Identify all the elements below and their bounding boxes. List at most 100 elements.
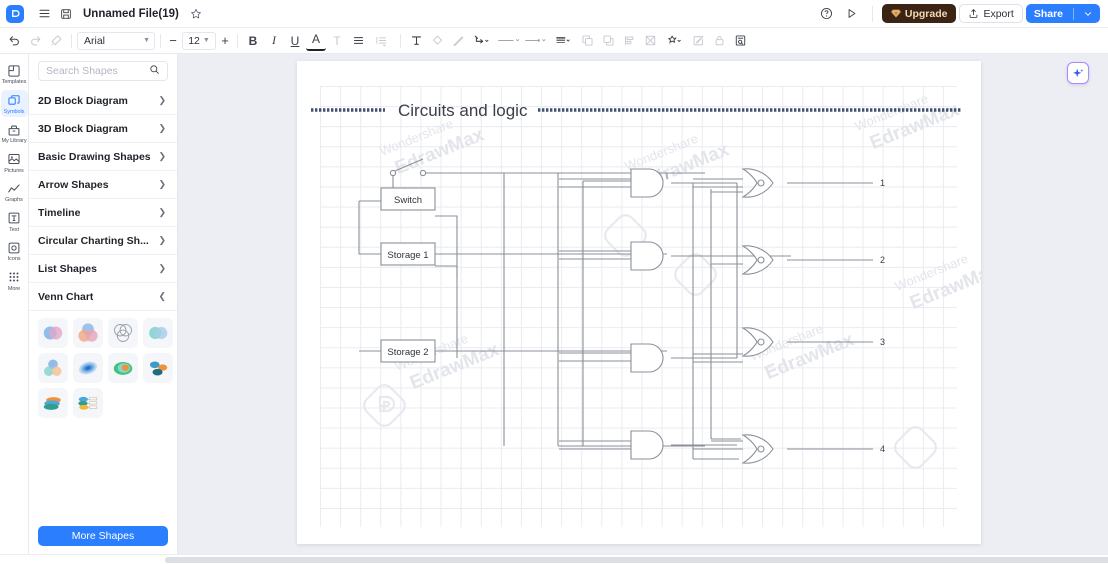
lock-closed-icon[interactable] (709, 31, 729, 51)
sidebar-item-text[interactable]: Text (1, 208, 28, 236)
share-label: Share (1033, 7, 1063, 20)
italic-button[interactable]: I (264, 31, 284, 51)
scrollbar-thumb[interactable] (165, 557, 1108, 563)
bring-to-front-icon[interactable] (577, 31, 597, 51)
shape-three-circle-venn-filled[interactable] (73, 318, 103, 348)
star-favorite-icon[interactable] (185, 3, 207, 25)
search-icon[interactable] (149, 64, 160, 78)
shape-three-circle-venn-outline[interactable] (108, 318, 138, 348)
shape-two-circle-venn[interactable] (38, 318, 68, 348)
symbols-icon (7, 93, 22, 108)
nor-gate (741, 245, 774, 275)
sidebar-item-icons[interactable]: Icons (1, 237, 28, 265)
export-button[interactable]: Export (959, 4, 1023, 23)
font-size-increase-button[interactable]: + (218, 34, 232, 47)
category-label: 3D Block Diagram (38, 122, 128, 135)
shape-category-venn-chart[interactable]: Venn Chart ❮ (29, 283, 177, 311)
sidebar-label: Graphs (5, 197, 23, 203)
font-size-decrease-button[interactable]: − (166, 34, 180, 47)
chevron-down-icon: ▼ (202, 37, 210, 44)
shape-category-arrow-shapes[interactable]: Arrow Shapes ❯ (29, 171, 177, 199)
upgrade-label: Upgrade (904, 7, 948, 20)
shape-stacked-ellipses[interactable] (38, 388, 68, 418)
align-objects-icon[interactable] (619, 31, 639, 51)
redo-arrow-icon[interactable] (25, 31, 45, 51)
gem-diamond-icon (890, 9, 901, 18)
toolbar-divider (237, 33, 238, 48)
sidebar-item-my-library[interactable]: My Library (1, 119, 28, 147)
edit-pencil-icon[interactable] (688, 31, 708, 51)
share-button[interactable]: Share (1025, 4, 1100, 23)
save-disk-icon[interactable] (55, 3, 77, 25)
help-circle-icon[interactable] (816, 3, 838, 25)
line-weight-icon[interactable] (496, 31, 522, 51)
sidebar-item-more[interactable]: More (1, 267, 28, 295)
document-page[interactable]: Wondershare EdrawMax (297, 61, 981, 544)
dash-style-icon[interactable] (550, 31, 576, 51)
upgrade-button[interactable]: Upgrade (881, 4, 957, 23)
sidebar-item-templates[interactable]: Templates (1, 60, 28, 88)
title-bar: Unnamed File(19) Upgrade Export Share (0, 0, 1108, 28)
file-name[interactable]: Unnamed File(19) (83, 8, 179, 20)
shape-category-basic-drawing-shapes[interactable]: Basic Drawing Shapes ❯ (29, 143, 177, 171)
notes-page-icon[interactable] (730, 31, 750, 51)
output-label: 3 (880, 337, 885, 347)
shape-category-list-shapes[interactable]: List Shapes ❯ (29, 255, 177, 283)
align-left-icon[interactable] (348, 31, 368, 51)
category-label: Timeline (38, 206, 81, 219)
search-shapes-box[interactable] (38, 61, 168, 81)
shape-category-timeline[interactable]: Timeline ❯ (29, 199, 177, 227)
shape-three-circle-cluster[interactable] (38, 353, 68, 383)
ai-sparkle-icon (1072, 68, 1084, 77)
play-present-icon[interactable] (841, 3, 863, 25)
shape-ellipse-callout-list[interactable] (73, 388, 103, 418)
font-color-button[interactable]: A (306, 31, 326, 51)
format-painter-icon[interactable] (46, 31, 66, 51)
font-family-select[interactable]: Arial ▼ (77, 31, 155, 50)
font-size-select[interactable]: 12 ▼ (182, 31, 216, 50)
canvas-vertical-scrollbar[interactable] (1102, 54, 1107, 554)
circuit-diagram[interactable]: Wondershare EdrawMax (297, 61, 981, 544)
send-to-back-icon[interactable] (598, 31, 618, 51)
underline-button[interactable]: U (285, 31, 305, 51)
edrawmax-window: Unnamed File(19) Upgrade Export Share Ar… (0, 0, 1108, 564)
sidebar-item-symbols[interactable]: Symbols (0, 89, 28, 117)
canvas-area[interactable]: Wondershare EdrawMax (178, 54, 1108, 554)
chevron-up-icon: ❮ (158, 291, 166, 301)
text-box-icon[interactable] (406, 31, 426, 51)
theme-color-icon[interactable] (661, 31, 687, 51)
ai-assistant-button[interactable] (1067, 62, 1089, 84)
line-spacing-icon[interactable] (369, 31, 395, 51)
fill-color-icon[interactable] (427, 31, 447, 51)
pen-line-icon[interactable] (448, 31, 468, 51)
strikethrough-button[interactable]: T (327, 31, 347, 51)
chevron-down-icon: ❯ (158, 235, 166, 245)
bold-button[interactable]: B (243, 31, 263, 51)
chevron-down-icon (1085, 11, 1091, 16)
distribute-objects-icon[interactable] (640, 31, 660, 51)
sidebar-item-pictures[interactable]: Pictures (1, 149, 28, 177)
left-rail: Templates Symbols My Library Pictures Gr… (0, 54, 29, 554)
shape-category-circular-charting-shapes[interactable]: Circular Charting Sh... ❯ (29, 227, 177, 255)
shape-category-3d-block-diagram[interactable]: 3D Block Diagram ❯ (29, 115, 177, 143)
hamburger-menu-icon[interactable] (33, 3, 55, 25)
more-shapes-button[interactable]: More Shapes (38, 526, 168, 546)
undo-arrow-icon[interactable] (4, 31, 24, 51)
output-labels: 1 2 3 4 (880, 178, 885, 454)
arrow-endpoint-icon[interactable] (523, 31, 549, 51)
horizontal-scrollbar[interactable] (0, 554, 1108, 564)
shape-two-circle-overlap-teal[interactable] (143, 318, 173, 348)
shape-nested-circles[interactable] (73, 353, 103, 383)
chevron-down-icon: ❯ (158, 151, 166, 161)
sidebar-item-graphs[interactable]: Graphs (1, 178, 28, 206)
shape-three-ellipse-cluster[interactable] (143, 353, 173, 383)
block-label: Storage 2 (387, 347, 428, 358)
shape-concentric-green-orange[interactable] (108, 353, 138, 383)
category-label: 2D Block Diagram (38, 94, 128, 107)
toolbar-divider (871, 5, 873, 22)
search-input[interactable] (46, 65, 146, 77)
connector-elbow-icon[interactable] (469, 31, 495, 51)
shape-category-2d-block-diagram[interactable]: 2D Block Diagram ❯ (29, 87, 177, 115)
edraw-logo-icon[interactable] (6, 4, 24, 23)
shapes-panel: 2D Block Diagram ❯ 3D Block Diagram ❯ Ba… (29, 54, 178, 554)
